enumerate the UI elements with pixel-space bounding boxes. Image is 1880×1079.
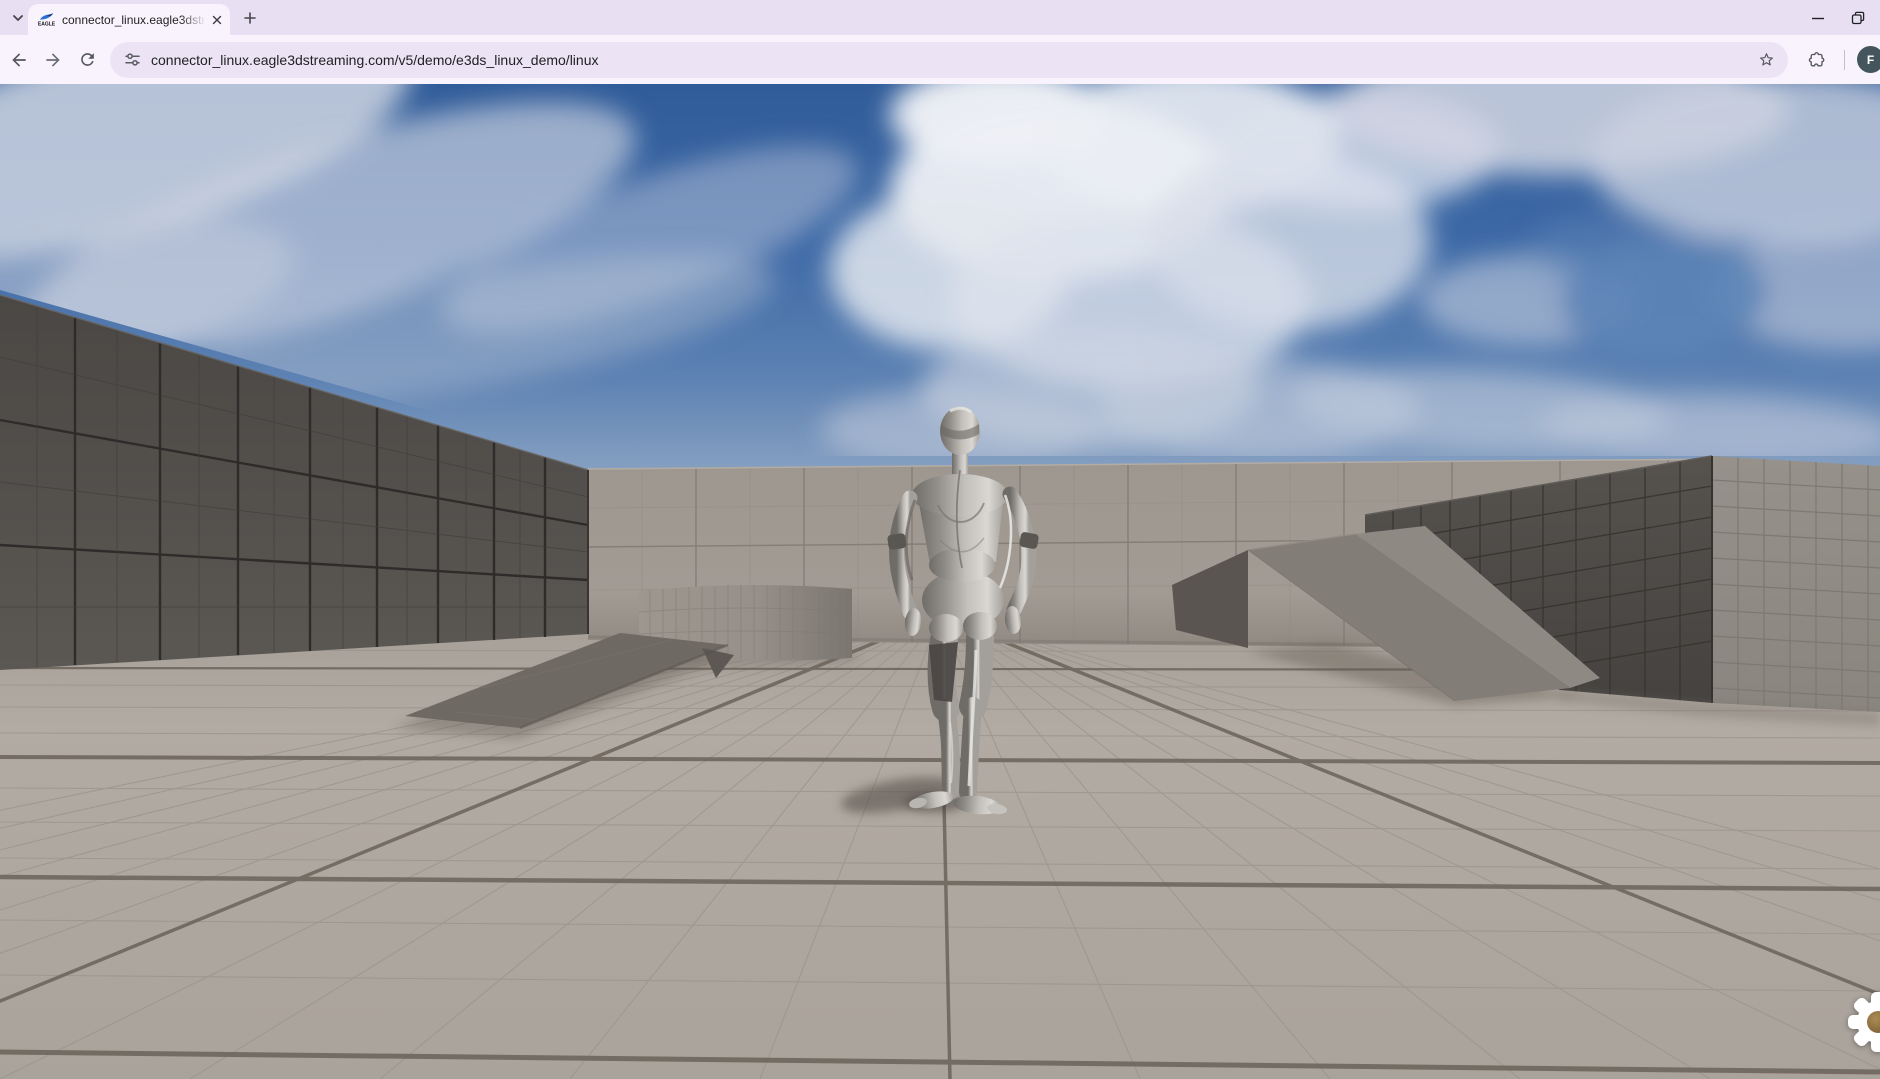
arrow-back-icon (9, 50, 29, 70)
close-icon (211, 14, 223, 26)
back-button[interactable] (4, 45, 34, 75)
tab-search-button[interactable] (6, 6, 30, 30)
scene-render (0, 84, 1880, 1079)
extensions-button[interactable] (1802, 45, 1832, 75)
eagle3d-favicon: EAGLE (38, 11, 55, 28)
stream-settings-button[interactable] (1843, 987, 1880, 1057)
svg-text:EAGLE: EAGLE (38, 22, 55, 28)
forward-button[interactable] (38, 45, 68, 75)
address-bar[interactable]: connector_linux.eagle3dstreaming.com/v5/… (110, 42, 1788, 78)
tune-sliders-icon (124, 51, 141, 68)
browser-toolbar: connector_linux.eagle3dstreaming.com/v5/… (0, 35, 1880, 84)
site-info-button[interactable] (124, 51, 141, 68)
puzzle-piece-icon (1807, 50, 1827, 70)
minimize-window-button[interactable] (1810, 10, 1826, 26)
tab-title: connector_linux.eagle3dstreami (62, 13, 206, 27)
gear-icon (1848, 992, 1880, 1052)
plus-icon (243, 11, 257, 25)
star-outline-icon (1757, 50, 1776, 69)
bookmark-button[interactable] (1757, 50, 1776, 69)
url-text[interactable]: connector_linux.eagle3dstreaming.com/v5/… (151, 52, 1757, 68)
profile-initial: F (1867, 53, 1874, 67)
right-side-wall (1712, 456, 1880, 712)
chevron-down-icon (11, 11, 25, 25)
arrow-forward-icon (43, 50, 63, 70)
window-controls (1810, 4, 1872, 32)
restore-window-button[interactable] (1850, 10, 1866, 26)
reload-icon (78, 50, 97, 69)
browser-window: EAGLE connector_linux.eagle3dstreami (0, 0, 1880, 1079)
tab-strip: EAGLE connector_linux.eagle3dstreami (0, 0, 1880, 35)
reload-button[interactable] (72, 45, 102, 75)
stream-viewport[interactable] (0, 84, 1880, 1079)
browser-tab[interactable]: EAGLE connector_linux.eagle3dstreami (28, 4, 230, 35)
new-tab-button[interactable] (238, 6, 262, 30)
tab-close-button[interactable] (208, 11, 226, 29)
toolbar-separator (1844, 50, 1845, 70)
profile-avatar[interactable]: F (1857, 46, 1880, 73)
